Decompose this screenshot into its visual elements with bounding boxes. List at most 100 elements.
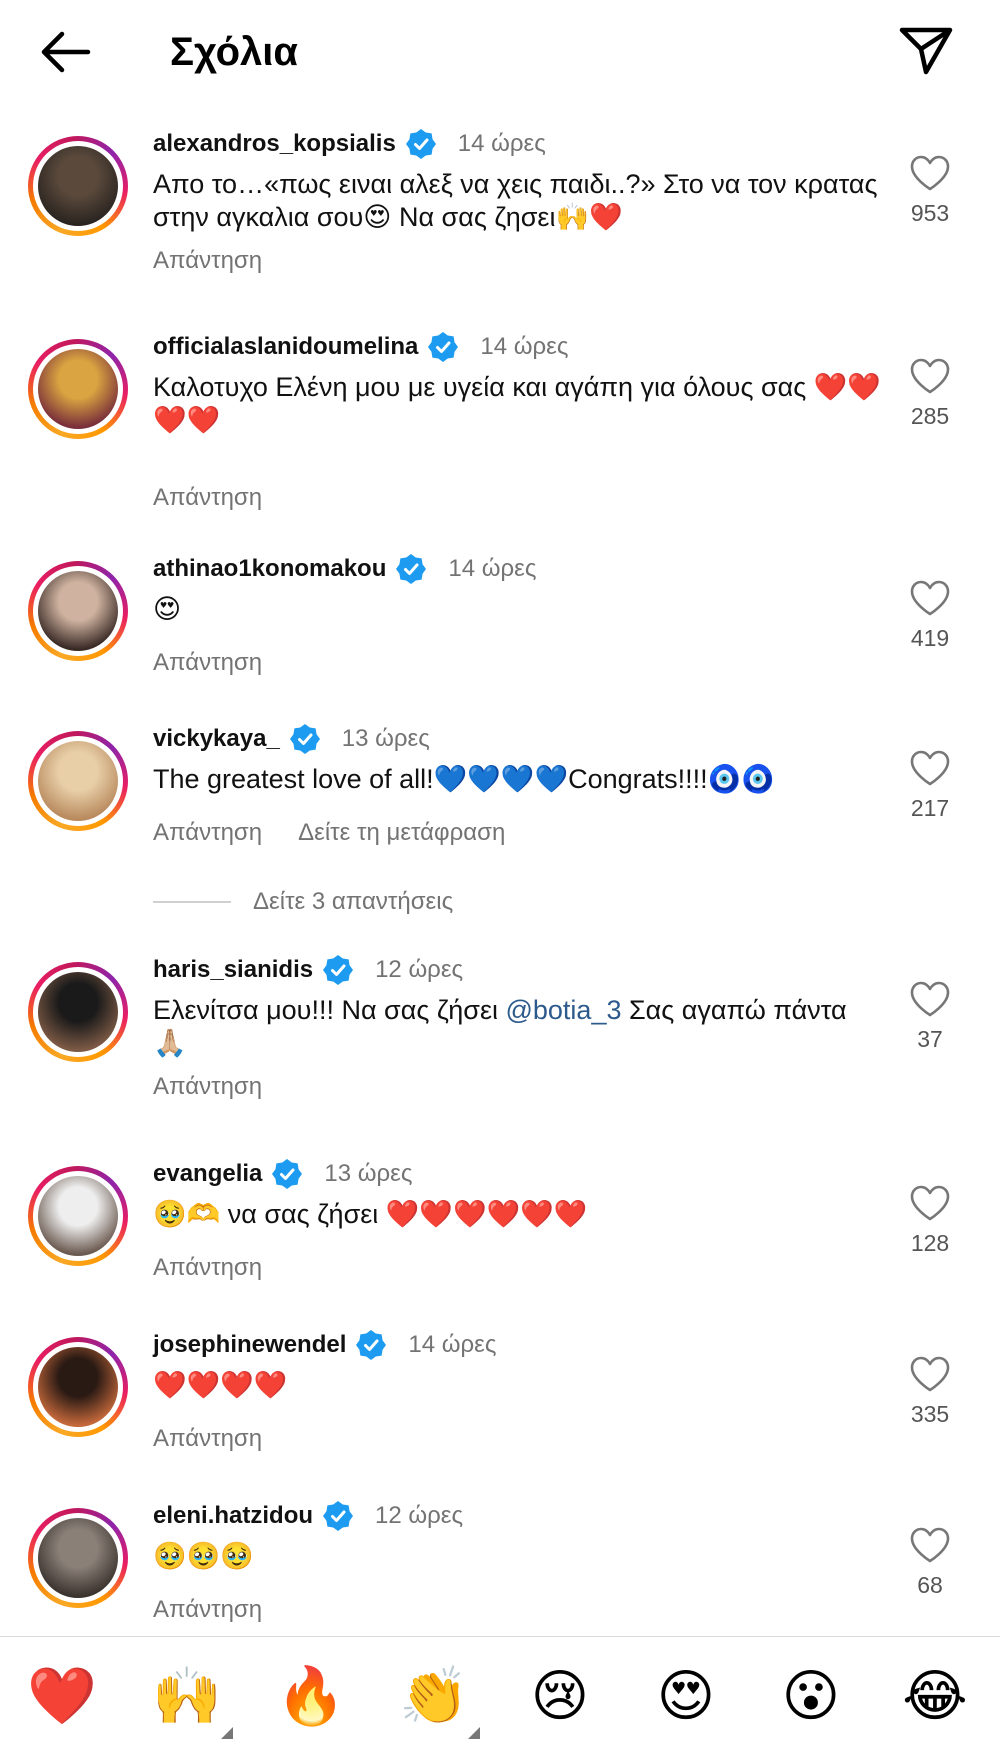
comment-text: ❤️❤️❤️❤️ xyxy=(153,1370,288,1400)
like-count: 285 xyxy=(910,403,950,429)
comment-meta: haris_sianidis 12 ώρες xyxy=(153,950,463,990)
comment-actions: Απάντηση xyxy=(153,1254,262,1282)
comment-text: The greatest love of all!💙💙💙💙Congrats!!!… xyxy=(153,764,775,794)
comment-text: 🥹🫶 να σας ζήσει ❤️❤️❤️❤️❤️❤️ xyxy=(153,1199,588,1229)
verified-badge-icon xyxy=(396,554,427,584)
like-count: 128 xyxy=(910,1230,950,1256)
heart-outline-icon[interactable] xyxy=(909,154,951,192)
verified-badge-icon xyxy=(356,1330,387,1360)
comment-time: 14 ώρες xyxy=(448,555,537,582)
comment-actions: Απάντηση xyxy=(153,484,262,512)
variants-indicator-icon xyxy=(221,1727,233,1739)
comment-time: 14 ώρες xyxy=(408,1331,497,1358)
emoji-tears-of-joy-button[interactable]: 😂 xyxy=(895,1657,975,1737)
comment-meta: athinao1konomakou 14 ώρες xyxy=(153,549,536,589)
header-bar: Σχόλια xyxy=(0,0,1000,110)
reply-button[interactable]: Απάντηση xyxy=(153,484,262,511)
like-count: 953 xyxy=(910,200,950,226)
reply-button[interactable]: Απάντηση xyxy=(153,649,262,676)
verified-badge-icon xyxy=(405,129,436,159)
heart-outline-icon[interactable] xyxy=(909,579,951,617)
heart-outline-icon[interactable] xyxy=(909,357,951,395)
like-control: 37 xyxy=(900,980,960,1053)
comment-username[interactable]: athinao1konomakou xyxy=(153,555,386,583)
comment-username[interactable]: vickykaya_ xyxy=(153,725,280,753)
comment-meta: alexandros_kopsialis 14 ώρες xyxy=(153,124,546,164)
comment-time: 13 ώρες xyxy=(324,1160,413,1187)
reply-button[interactable]: Απάντηση xyxy=(153,1425,262,1452)
back-arrow-icon[interactable] xyxy=(36,24,96,80)
emoji-fire-button[interactable]: 🔥 xyxy=(271,1657,351,1737)
comment-time: 12 ώρες xyxy=(375,956,464,983)
heart-outline-icon[interactable] xyxy=(909,1184,951,1222)
comment-actions: Απάντηση xyxy=(153,247,262,275)
like-count: 68 xyxy=(917,1572,943,1598)
verified-badge-icon xyxy=(323,1501,354,1531)
heart-outline-icon[interactable] xyxy=(909,1526,951,1564)
mention-link[interactable]: @botia_3 xyxy=(505,995,621,1025)
heart-outline-icon[interactable] xyxy=(909,980,951,1018)
heart-outline-icon[interactable] xyxy=(909,749,951,787)
comment-text: Απο το…«πως ειναι αλεξ να χεις παιδι..?»… xyxy=(153,169,878,232)
avatar[interactable] xyxy=(28,1166,128,1266)
like-control: 68 xyxy=(900,1526,960,1599)
comment-meta: josephinewendel 14 ώρες xyxy=(153,1325,496,1365)
comment-time: 12 ώρες xyxy=(375,1502,464,1529)
view-replies-label: Δείτε 3 απαντήσεις xyxy=(253,888,454,915)
comment-time: 14 ώρες xyxy=(457,130,546,157)
reply-button[interactable]: Απάντηση xyxy=(153,1596,262,1623)
emoji-red-heart-button[interactable]: ❤️ xyxy=(22,1657,102,1737)
avatar[interactable] xyxy=(28,1337,128,1437)
comment-username[interactable]: josephinewendel xyxy=(153,1331,346,1359)
share-send-icon[interactable] xyxy=(896,22,956,78)
like-count: 37 xyxy=(917,1026,943,1052)
comment-username[interactable]: alexandros_kopsialis xyxy=(153,130,396,158)
verified-badge-icon xyxy=(323,955,354,985)
emoji-crying-face-button[interactable]: 😢 xyxy=(520,1657,600,1737)
reply-button[interactable]: Απάντηση xyxy=(153,819,262,846)
avatar[interactable] xyxy=(28,1508,128,1608)
comment-text: Καλοτυχο Ελένη μου με υγεία και αγάπη γι… xyxy=(153,372,881,435)
reply-button[interactable]: Απάντηση xyxy=(153,1254,262,1281)
avatar[interactable] xyxy=(28,339,128,439)
variants-indicator-icon xyxy=(468,1727,480,1739)
heart-outline-icon[interactable] xyxy=(909,1355,951,1393)
comment-actions: Απάντηση xyxy=(153,1425,262,1453)
emoji-raising-hands-button[interactable]: 🙌 xyxy=(147,1657,233,1739)
comment-text-part: Ελενίτσα μου!!! Να σας ζήσει xyxy=(153,995,506,1025)
like-control: 335 xyxy=(900,1355,960,1428)
emoji-clapping-hands-button[interactable]: 👏 xyxy=(394,1657,480,1739)
comment-text: Ελενίτσα μου!!! Να σας ζήσει @botia_3 Σα… xyxy=(153,994,883,1060)
comment-meta: eleni.hatzidou 12 ώρες xyxy=(153,1496,463,1536)
comment-time: 13 ώρες xyxy=(341,725,430,752)
emoji-heart-eyes-button[interactable]: 😍 xyxy=(646,1657,726,1737)
emoji-open-mouth-button[interactable]: 😮 xyxy=(771,1657,851,1737)
like-count: 419 xyxy=(910,625,950,651)
comment-meta: evangelia 13 ώρες xyxy=(153,1154,412,1194)
avatar[interactable] xyxy=(28,136,128,236)
like-count: 335 xyxy=(910,1401,950,1427)
comment-meta: officialaslanidoumelina 14 ώρες xyxy=(153,327,568,367)
comment-username[interactable]: eleni.hatzidou xyxy=(153,1502,313,1530)
like-control: 419 xyxy=(900,579,960,652)
verified-badge-icon xyxy=(272,1159,303,1189)
like-control: 128 xyxy=(900,1184,960,1257)
comment-username[interactable]: haris_sianidis xyxy=(153,956,313,984)
reply-button[interactable]: Απάντηση xyxy=(153,1073,262,1100)
avatar[interactable] xyxy=(28,561,128,661)
comment-actions: Απάντηση xyxy=(153,1073,262,1101)
comment-actions: Απάντηση xyxy=(153,1596,262,1624)
verified-badge-icon xyxy=(428,332,459,362)
avatar[interactable] xyxy=(28,962,128,1062)
see-translation-button[interactable]: Δείτε τη μετάφραση xyxy=(298,819,505,846)
avatar[interactable] xyxy=(28,731,128,831)
comment-text: 🥹🥹🥹 xyxy=(153,1541,254,1571)
view-replies-button[interactable]: Δείτε 3 απαντήσεις xyxy=(153,884,453,920)
like-control: 285 xyxy=(900,357,960,430)
comment-actions: Απάντηση Δείτε τη μετάφραση xyxy=(153,819,505,847)
like-control: 953 xyxy=(900,154,960,227)
comment-username[interactable]: officialaslanidoumelina xyxy=(153,333,418,361)
reply-button[interactable]: Απάντηση xyxy=(153,247,262,274)
comment-meta: vickykaya_ 13 ώρες xyxy=(153,719,430,759)
comment-username[interactable]: evangelia xyxy=(153,1160,262,1188)
